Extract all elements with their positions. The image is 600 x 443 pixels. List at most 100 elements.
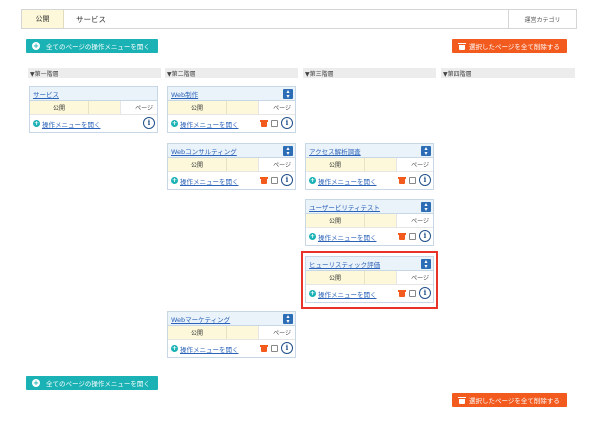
category-label[interactable]: 運営カテゴリ <box>508 10 576 28</box>
open-menu-link[interactable]: 操作メニューを開く <box>318 176 377 186</box>
page-card-web-production: Web制作 ▴ ▾ 公開 ページ + 操作メニューを開く i <box>167 86 296 133</box>
open-all-menus-button[interactable]: + 全てのページの操作メニューを開く <box>26 39 158 53</box>
plus-circle-icon[interactable]: + <box>309 233 316 240</box>
page-card-web-consulting: Webコンサルティング ▴ ▾ 公開 ページ + 操作メニューを開く i <box>167 143 296 190</box>
card-info-row: 公開 ページ <box>168 101 295 115</box>
page-link[interactable]: Webマーケティング <box>171 314 230 324</box>
select-checkbox[interactable] <box>409 177 416 184</box>
plus-circle-icon[interactable]: + <box>33 120 40 127</box>
type-cell: ページ <box>258 101 295 114</box>
column-header-level4: ▼第四階層 <box>441 68 575 78</box>
select-checkbox[interactable] <box>409 290 416 297</box>
select-checkbox[interactable] <box>271 120 278 127</box>
sort-arrows-icon[interactable]: ▴ ▾ <box>283 89 293 100</box>
card-info-row: 公開 ページ <box>168 326 295 340</box>
type-cell: ページ <box>396 271 433 284</box>
card-footer: + 操作メニューを開く i <box>168 340 295 357</box>
page-header-bar: 公開 サービス 運営カテゴリ <box>21 9 577 29</box>
blank-cell <box>364 214 396 227</box>
page-link[interactable]: サービス <box>33 89 59 99</box>
select-checkbox[interactable] <box>271 345 278 352</box>
delete-selected-label: 選択したページを全て削除する <box>469 397 560 405</box>
info-icon[interactable]: i <box>419 174 431 186</box>
blank-cell <box>364 271 396 284</box>
plus-circle-icon[interactable]: + <box>171 177 178 184</box>
open-menu-link[interactable]: 操作メニューを開く <box>180 344 239 354</box>
trash-icon[interactable] <box>398 233 406 240</box>
type-cell: ページ <box>120 101 157 114</box>
card-info-row: 公開 ページ <box>306 271 433 285</box>
info-icon[interactable]: i <box>143 117 155 129</box>
card-header: Web制作 ▴ ▾ <box>168 87 295 101</box>
select-checkbox[interactable] <box>409 233 416 240</box>
blank-cell <box>88 101 120 114</box>
page-card-usability-test: ユーザービリティテスト ▴ ▾ 公開 ページ + 操作メニューを開く i <box>305 199 434 246</box>
card-header: Webマーケティング ▴ ▾ <box>168 312 295 326</box>
page-link[interactable]: ヒューリスティック評価 <box>309 259 380 269</box>
card-footer: + 操作メニューを開く i <box>168 172 295 189</box>
trash-icon[interactable] <box>398 177 406 184</box>
sort-arrows-icon[interactable]: ▴ ▾ <box>421 146 431 157</box>
page-card-web-marketing: Webマーケティング ▴ ▾ 公開 ページ + 操作メニューを開く i <box>167 311 296 358</box>
status-badge: 公開 <box>22 10 64 28</box>
plus-circle-icon[interactable]: + <box>171 120 178 127</box>
open-menu-link[interactable]: 操作メニューを開く <box>318 289 377 299</box>
plus-circle-icon: + <box>32 42 40 50</box>
delete-selected-button[interactable]: 選択したページを全て削除する <box>452 39 567 53</box>
card-info-row: 公開 ページ <box>30 101 157 115</box>
page-link[interactable]: アクセス解析調査 <box>309 146 361 156</box>
plus-circle-icon[interactable]: + <box>171 345 178 352</box>
info-icon[interactable]: i <box>281 342 293 354</box>
open-menu-link[interactable]: 操作メニューを開く <box>318 232 377 242</box>
card-footer: + 操作メニューを開く i <box>306 228 433 245</box>
card-header: ヒューリスティック評価 ▴ ▾ <box>306 257 433 271</box>
card-info-row: 公開 ページ <box>306 214 433 228</box>
card-footer: + 操作メニューを開く i <box>306 172 433 189</box>
card-header: アクセス解析調査 ▴ ▾ <box>306 144 433 158</box>
blank-cell <box>226 326 258 339</box>
page-card-service: サービス 公開 ページ + 操作メニューを開く i <box>29 86 158 133</box>
trash-icon <box>458 42 466 50</box>
sort-arrows-icon[interactable]: ▴ ▾ <box>283 314 293 325</box>
plus-circle-icon[interactable]: + <box>309 290 316 297</box>
trash-icon[interactable] <box>260 345 268 352</box>
page-link[interactable]: ユーザービリティテスト <box>309 202 380 212</box>
page-title: サービス <box>76 14 106 24</box>
sort-arrows-icon[interactable]: ▴ ▾ <box>421 259 431 270</box>
column-header-level2: ▼第二階層 <box>165 68 298 78</box>
card-footer: + 操作メニューを開く i <box>30 115 157 132</box>
open-all-menus-label: 全てのページの操作メニューを開く <box>46 43 150 51</box>
trash-icon[interactable] <box>260 177 268 184</box>
card-header: ユーザービリティテスト ▴ ▾ <box>306 200 433 214</box>
status-cell: 公開 <box>168 326 226 339</box>
card-info-row: 公開 ページ <box>306 158 433 172</box>
type-cell: ページ <box>258 158 295 171</box>
type-cell: ページ <box>396 158 433 171</box>
status-cell: 公開 <box>168 158 226 171</box>
open-menu-link[interactable]: 操作メニューを開く <box>180 119 239 129</box>
status-cell: 公開 <box>30 101 88 114</box>
plus-circle-icon[interactable]: + <box>309 177 316 184</box>
open-menu-link[interactable]: 操作メニューを開く <box>42 119 101 129</box>
info-icon[interactable]: i <box>281 174 293 186</box>
info-icon[interactable]: i <box>419 287 431 299</box>
trash-icon <box>458 396 466 404</box>
card-header: サービス <box>30 87 157 101</box>
info-icon[interactable]: i <box>419 230 431 242</box>
delete-selected-button-bottom[interactable]: 選択したページを全て削除する <box>452 393 567 407</box>
card-info-row: 公開 ページ <box>168 158 295 172</box>
trash-icon[interactable] <box>398 290 406 297</box>
open-all-menus-button-bottom[interactable]: + 全てのページの操作メニューを開く <box>26 376 158 390</box>
info-icon[interactable]: i <box>281 117 293 129</box>
select-checkbox[interactable] <box>271 177 278 184</box>
sort-arrows-icon[interactable]: ▴ ▾ <box>421 202 431 213</box>
sort-arrows-icon[interactable]: ▴ ▾ <box>283 146 293 157</box>
open-all-menus-label: 全てのページの操作メニューを開く <box>46 380 150 388</box>
open-menu-link[interactable]: 操作メニューを開く <box>180 176 239 186</box>
card-header: Webコンサルティング ▴ ▾ <box>168 144 295 158</box>
status-cell: 公開 <box>306 158 364 171</box>
page-link[interactable]: Webコンサルティング <box>171 146 237 156</box>
page-link[interactable]: Web制作 <box>171 89 198 99</box>
trash-icon[interactable] <box>260 120 268 127</box>
column-header-level1: ▼第一階層 <box>28 68 161 78</box>
